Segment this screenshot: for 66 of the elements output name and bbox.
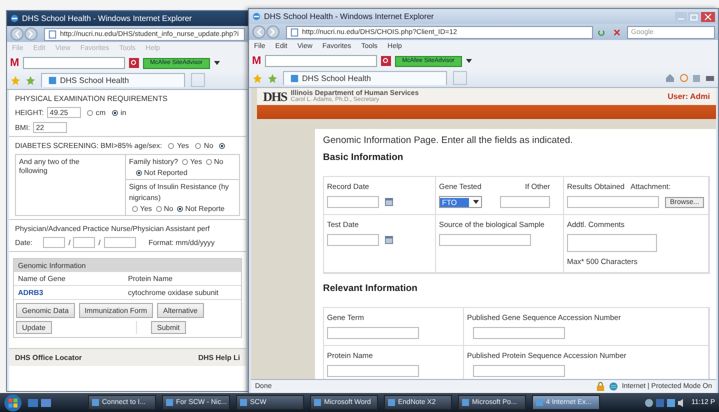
radio-button[interactable] bbox=[219, 142, 226, 148]
user-label: User: Admi bbox=[668, 92, 710, 101]
text-field[interactable] bbox=[327, 327, 419, 339]
page-icon bbox=[290, 74, 299, 83]
lock-icon bbox=[596, 382, 605, 391]
search-icon[interactable] bbox=[129, 58, 140, 68]
new-tab-button[interactable] bbox=[453, 71, 467, 85]
month-field[interactable] bbox=[43, 237, 66, 248]
page-icon bbox=[48, 76, 57, 85]
browser-tab[interactable]: DHS School Health bbox=[41, 73, 185, 87]
source-field[interactable] bbox=[439, 234, 531, 246]
text-field[interactable] bbox=[473, 327, 565, 339]
section-heading: Relevant Information bbox=[323, 283, 418, 294]
year-field[interactable] bbox=[104, 237, 136, 248]
page-icon bbox=[48, 30, 57, 38]
logo-letter: M bbox=[10, 57, 20, 69]
radio-button[interactable] bbox=[206, 158, 212, 164]
section-heading: Basic Information bbox=[323, 152, 404, 163]
logo-letter: M bbox=[252, 55, 262, 67]
star-icon[interactable] bbox=[253, 74, 262, 82]
day-field[interactable] bbox=[73, 237, 96, 248]
radio-button[interactable] bbox=[168, 142, 174, 148]
browser-icon bbox=[10, 14, 19, 23]
browser-icon bbox=[252, 12, 261, 21]
caret-icon[interactable] bbox=[466, 59, 472, 63]
add-star-icon[interactable] bbox=[268, 74, 277, 82]
quick-launch-icon[interactable] bbox=[28, 398, 52, 408]
date-field[interactable] bbox=[327, 234, 379, 246]
globe-icon bbox=[608, 382, 618, 391]
radio-button[interactable] bbox=[182, 158, 188, 164]
calendar-icon[interactable] bbox=[385, 198, 393, 206]
window-title: DHS School Health - Windows Internet Explorer bbox=[22, 14, 192, 23]
toolbar-search-field[interactable] bbox=[265, 55, 378, 67]
page-icon bbox=[290, 28, 299, 36]
caret-icon[interactable] bbox=[214, 61, 220, 65]
radio-button[interactable] bbox=[177, 206, 184, 212]
radio-button[interactable] bbox=[156, 206, 162, 212]
command-bar-icon[interactable] bbox=[664, 73, 714, 83]
text-field[interactable] bbox=[327, 365, 419, 377]
window-controls-icon[interactable] bbox=[675, 12, 715, 22]
caret-icon bbox=[472, 200, 479, 204]
radio-button[interactable] bbox=[136, 170, 142, 176]
star-icon[interactable] bbox=[11, 76, 20, 84]
browser-tab[interactable]: DHS School Health bbox=[283, 71, 447, 85]
window-title: DHS School Health - Windows Internet Explorer bbox=[264, 12, 434, 21]
back-forward-icon[interactable] bbox=[10, 27, 40, 41]
file-field[interactable] bbox=[567, 196, 659, 208]
date-field[interactable] bbox=[327, 196, 379, 208]
agency-logo: DHS bbox=[263, 88, 287, 104]
intro-text: Genomic Information Page. Enter all the fields as indicated. bbox=[323, 135, 574, 146]
back-forward-icon[interactable] bbox=[252, 25, 282, 39]
other-field[interactable] bbox=[500, 196, 550, 208]
new-tab-button[interactable] bbox=[191, 73, 205, 87]
tray-icons[interactable] bbox=[645, 398, 686, 408]
toolbar-search-field[interactable] bbox=[23, 57, 126, 69]
start-button[interactable] bbox=[4, 394, 22, 412]
radio-button[interactable] bbox=[112, 110, 118, 116]
radio-button[interactable] bbox=[132, 206, 138, 212]
radio-button[interactable] bbox=[194, 142, 201, 148]
calendar-icon[interactable] bbox=[385, 236, 393, 244]
text-field[interactable] bbox=[473, 365, 565, 377]
refresh-stop-icon[interactable] bbox=[597, 28, 623, 36]
comments-field[interactable] bbox=[567, 234, 657, 252]
search-icon[interactable] bbox=[381, 56, 392, 66]
add-star-icon[interactable] bbox=[26, 76, 35, 84]
radio-button[interactable] bbox=[86, 110, 93, 116]
